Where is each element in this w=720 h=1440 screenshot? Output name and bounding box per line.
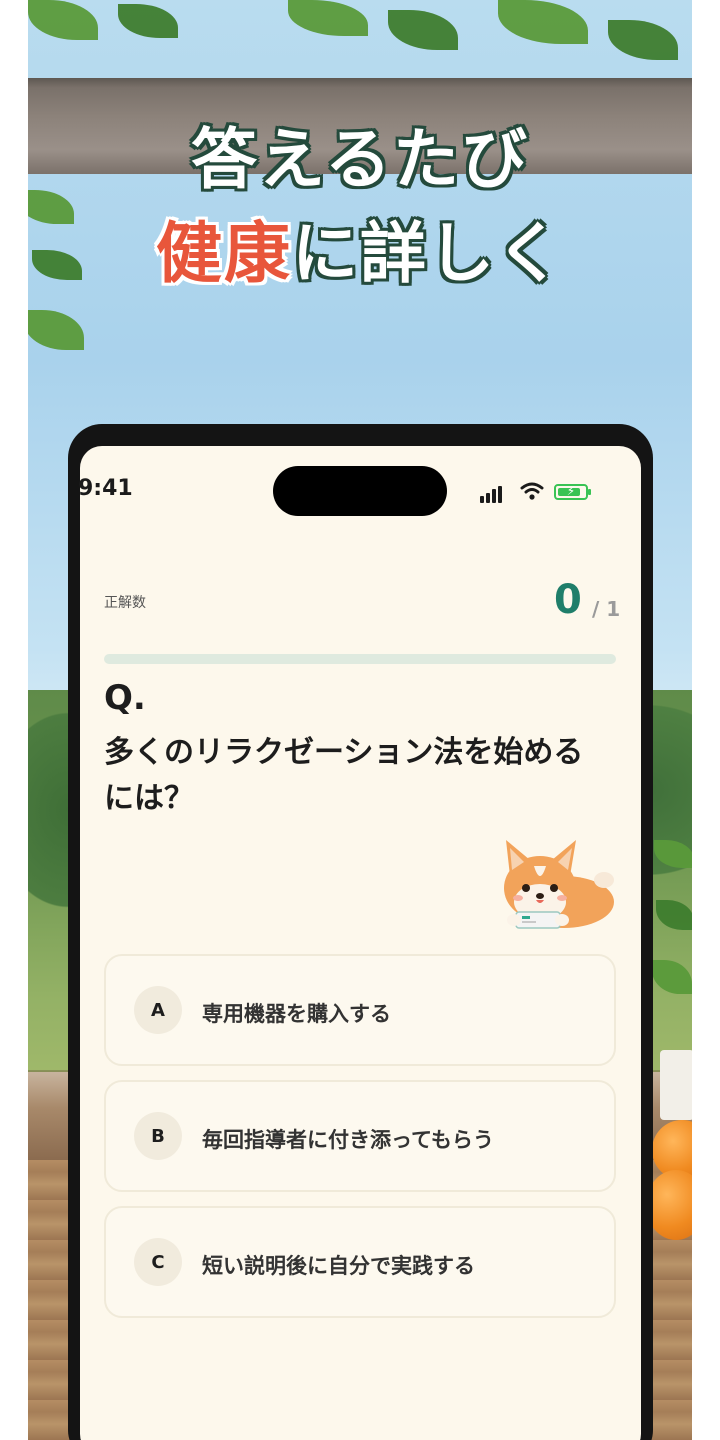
battery-charging-icon: ⚡ bbox=[554, 484, 591, 500]
answer-choice-c[interactable]: C 短い説明後に自分で実践する bbox=[104, 1206, 616, 1318]
plant-pot bbox=[660, 1050, 692, 1120]
headline-accent: 健康 bbox=[156, 215, 292, 292]
answer-choice-a[interactable]: A 専用機器を購入する bbox=[104, 954, 616, 1066]
choice-key-a: A bbox=[134, 986, 182, 1034]
status-icons: ⚡ bbox=[480, 481, 592, 503]
dynamic-island bbox=[273, 466, 447, 516]
question-prefix: Q. bbox=[104, 678, 146, 718]
status-time: 9:41 bbox=[78, 476, 133, 501]
leaf-decoration bbox=[388, 10, 458, 50]
leaf-decoration bbox=[28, 0, 98, 40]
headline-line-1: 答えるたび bbox=[190, 121, 530, 198]
corgi-mascot-icon bbox=[504, 840, 614, 929]
wifi-icon bbox=[520, 482, 544, 500]
score-label: 正解数 bbox=[104, 595, 146, 611]
leaf-decoration bbox=[28, 310, 84, 350]
score-total: / 1 bbox=[592, 597, 621, 621]
choice-key-c: C bbox=[134, 1238, 182, 1286]
choice-text-a: 専用機器を購入する bbox=[202, 1002, 391, 1026]
promo-headline: 答えるたび 健康に詳しく bbox=[0, 118, 720, 300]
headline-line-2: 健康に詳しく bbox=[0, 208, 720, 300]
question-text: 多くのリラクゼーション法を始めるには？ bbox=[104, 735, 584, 816]
choice-text-c: 短い説明後に自分で実践する bbox=[202, 1254, 475, 1278]
choice-text-b: 毎回指導者に付き添ってもらう bbox=[202, 1128, 494, 1152]
leaf-decoration bbox=[608, 20, 678, 60]
headline-line-2-rest: に詳しく bbox=[292, 215, 564, 292]
answer-choice-b[interactable]: B 毎回指導者に付き添ってもらう bbox=[104, 1080, 616, 1192]
score-correct: 0 bbox=[554, 577, 582, 623]
leaf-decoration bbox=[118, 4, 178, 38]
choice-key-b: B bbox=[134, 1112, 182, 1160]
leaf-decoration bbox=[288, 0, 368, 36]
leaf-decoration bbox=[498, 0, 588, 44]
quiz-progress-bar bbox=[104, 654, 616, 664]
